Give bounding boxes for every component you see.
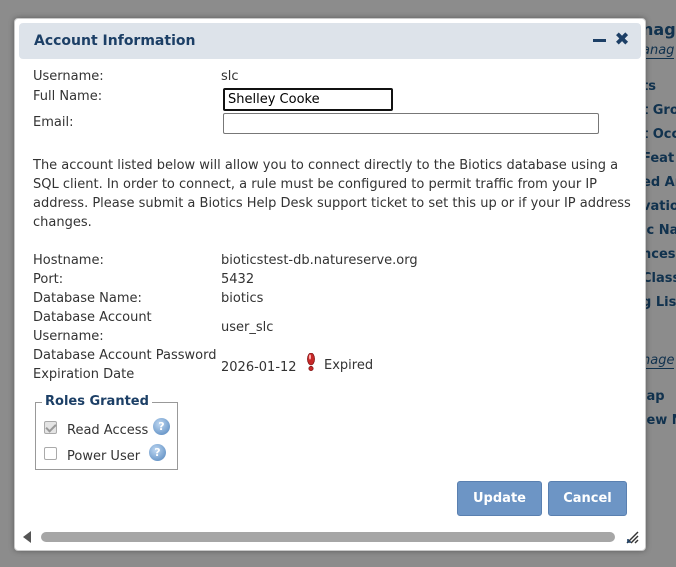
- port-label: Port:: [33, 272, 64, 287]
- warning-icon: [307, 353, 315, 371]
- read-access-label: Read Access: [67, 423, 149, 438]
- cancel-button[interactable]: Cancel: [548, 481, 627, 516]
- password-expiration-label-line1: Database Account Password: [33, 348, 217, 363]
- email-label: Email:: [33, 115, 74, 130]
- scroll-left-arrow-icon[interactable]: [23, 531, 31, 543]
- power-user-checkbox[interactable]: [44, 447, 57, 460]
- help-icon[interactable]: ?: [153, 418, 170, 435]
- help-icon[interactable]: ?: [149, 444, 166, 461]
- account-information-dialog: Account Information ✖ Username: slc Full…: [14, 18, 646, 551]
- email-field[interactable]: [223, 113, 599, 134]
- roles-legend: Roles Granted: [42, 394, 152, 409]
- database-name-label: Database Name:: [33, 291, 142, 306]
- roles-granted-fieldset: Roles Granted Read Access ? Power User ?: [35, 394, 178, 470]
- password-expiration-date: 2026-01-12: [221, 360, 297, 375]
- connection-info-text: The account listed below will allow you …: [33, 158, 631, 230]
- hostname-value: bioticstest-db.natureserve.org: [221, 253, 418, 268]
- username-label: Username:: [33, 69, 104, 84]
- dialog-title: Account Information: [34, 33, 196, 49]
- hostname-label: Hostname:: [33, 253, 104, 268]
- horizontal-scrollbar[interactable]: [19, 529, 641, 545]
- dialog-titlebar[interactable]: Account Information ✖: [19, 23, 641, 59]
- update-button[interactable]: Update: [457, 481, 542, 516]
- read-access-checkbox[interactable]: [44, 421, 57, 434]
- database-name-value: biotics: [221, 291, 264, 306]
- db-account-username-label-line1: Database Account: [33, 310, 152, 325]
- db-account-username-label-line2: Username:: [33, 329, 104, 344]
- password-status: Expired: [324, 358, 374, 373]
- fullname-label: Full Name:: [33, 89, 103, 104]
- power-user-label: Power User: [67, 449, 141, 464]
- scrollbar-thumb[interactable]: [41, 532, 615, 542]
- fullname-field[interactable]: [223, 88, 393, 111]
- db-account-username-value: user_slc: [221, 320, 274, 335]
- close-icon[interactable]: ✖: [611, 29, 633, 51]
- resize-grip-icon[interactable]: [625, 530, 639, 544]
- password-expiration-label-line2: Expiration Date: [33, 367, 135, 382]
- minimize-icon[interactable]: [593, 39, 606, 42]
- username-value: slc: [221, 69, 239, 84]
- port-value: 5432: [221, 272, 255, 287]
